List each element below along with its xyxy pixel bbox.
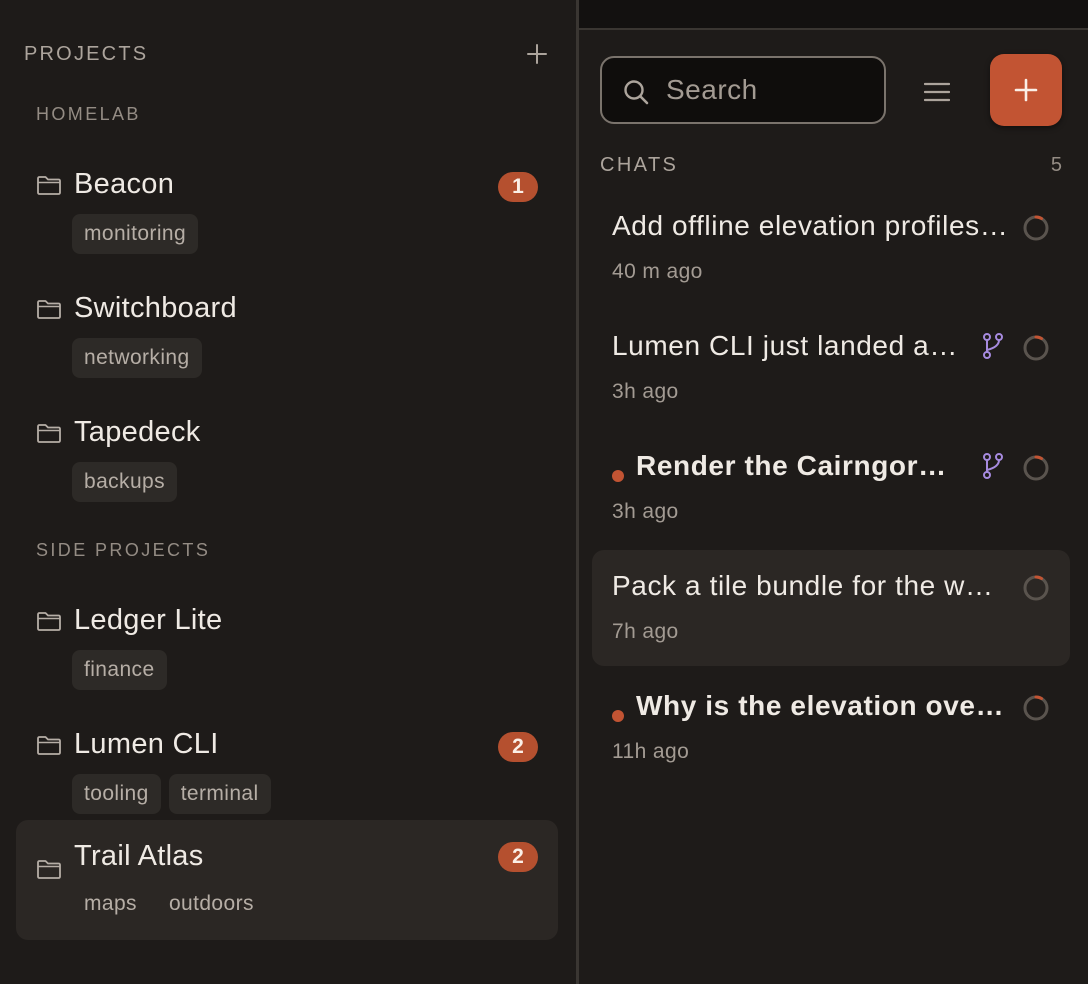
unread-dot [612, 470, 624, 482]
tag-chip[interactable]: outdoors [157, 884, 266, 924]
project-tags: monitoring [72, 214, 199, 254]
project-name: Lumen CLI [74, 728, 219, 760]
group-label-side-projects: SIDE PROJECTS [36, 540, 211, 560]
tag-chip[interactable]: terminal [168, 774, 271, 814]
chat-title: Add offline elevation profiles for downl… [612, 210, 1008, 241]
project-item-switchboard[interactable]: Switchboard networking [16, 258, 558, 378]
new-chat-button[interactable] [990, 54, 1062, 126]
chat-title: Render the Cairngorms contour overlay [636, 450, 954, 481]
chat-timestamp: 7h ago [612, 620, 679, 643]
search-box[interactable] [600, 56, 886, 124]
folder-icon [37, 300, 61, 319]
project-tags: backups [72, 462, 178, 502]
progress-ring-icon [1023, 575, 1049, 601]
menu-icon [924, 82, 950, 102]
chats-header: CHATS 5 [600, 154, 1062, 177]
chat-item[interactable]: Render the Cairngorms contour overlay 3h… [592, 430, 1070, 546]
project-item-tapedeck[interactable]: Tapedeck backups [16, 382, 558, 502]
menu-button[interactable] [915, 72, 959, 112]
chat-timestamp: 3h ago [612, 500, 679, 523]
folder-icon [37, 736, 61, 755]
projects-pane: PROJECTS HOMELAB Beacon 1 monitoring Swi… [0, 0, 576, 984]
project-item-trail-atlas[interactable]: Trail Atlas 2 maps outdoors [16, 820, 558, 940]
chat-item[interactable]: Add offline elevation profiles for downl… [592, 190, 1070, 306]
project-name: Beacon [74, 168, 175, 200]
progress-ring-icon [1023, 215, 1049, 241]
progress-ring-icon [1023, 695, 1049, 721]
chat-timestamp: 40 m ago [612, 260, 703, 283]
tag-chip[interactable]: tooling [72, 774, 161, 814]
project-name: Ledger Lite [74, 604, 223, 636]
project-tags: tooling terminal [72, 774, 271, 814]
chat-timestamp: 3h ago [612, 380, 679, 403]
plus-icon [1014, 78, 1038, 102]
chat-title: Pack a tile bundle for the weekend hike [612, 570, 1008, 601]
plus-icon[interactable] [526, 43, 548, 65]
search-icon [624, 80, 649, 105]
group-label-homelab: HOMELAB [36, 104, 141, 124]
project-tags: maps outdoors [72, 884, 266, 924]
folder-icon [37, 424, 61, 443]
app-window: PROJECTS HOMELAB Beacon 1 monitoring Swi… [0, 0, 1088, 984]
unread-dot [612, 710, 624, 722]
chat-item[interactable]: Lumen CLI just landed a new plugin loade… [592, 310, 1070, 426]
unread-badge: 1 [498, 172, 538, 202]
projects-title: PROJECTS [24, 42, 149, 65]
chat-item[interactable]: Pack a tile bundle for the weekend hike … [592, 550, 1070, 666]
project-tags: finance [72, 650, 167, 690]
folder-icon [37, 860, 61, 879]
project-name: Trail Atlas [74, 840, 204, 872]
chats-title: CHATS [600, 154, 679, 176]
project-item-ledger-lite[interactable]: Ledger Lite finance [16, 570, 558, 690]
folder-icon [37, 176, 61, 195]
tag-chip[interactable]: monitoring [72, 214, 199, 254]
tag-chip[interactable]: backups [72, 462, 178, 502]
top-bar [579, 0, 1088, 30]
project-item-lumen-cli[interactable]: Lumen CLI 2 tooling terminal [16, 694, 558, 814]
project-item-beacon[interactable]: Beacon 1 monitoring [16, 134, 558, 254]
chats-count: 5 [1050, 154, 1062, 176]
git-branch-icon [983, 453, 1003, 479]
tag-chip[interactable]: finance [72, 650, 167, 690]
chats-pane: CHATS 5 Add offline elevation profiles f… [579, 0, 1088, 984]
chat-title: Why is the elevation overlay misaligned [636, 690, 1008, 721]
chat-item[interactable]: Why is the elevation overlay misaligned … [592, 670, 1070, 786]
unread-badge: 2 [498, 732, 538, 762]
progress-ring-icon [1023, 335, 1049, 361]
chat-title: Lumen CLI just landed a new plugin loade… [612, 330, 962, 361]
unread-badge: 2 [498, 842, 538, 872]
project-name: Switchboard [74, 292, 237, 324]
project-name: Tapedeck [74, 416, 201, 448]
projects-header: PROJECTS [24, 40, 548, 68]
search-input[interactable] [666, 70, 866, 110]
chat-timestamp: 11h ago [612, 740, 690, 763]
tag-chip[interactable]: maps [72, 884, 149, 924]
tag-chip[interactable]: networking [72, 338, 202, 378]
folder-icon [37, 612, 61, 631]
project-tags: networking [72, 338, 202, 378]
git-branch-icon [983, 333, 1003, 359]
progress-ring-icon [1023, 455, 1049, 481]
